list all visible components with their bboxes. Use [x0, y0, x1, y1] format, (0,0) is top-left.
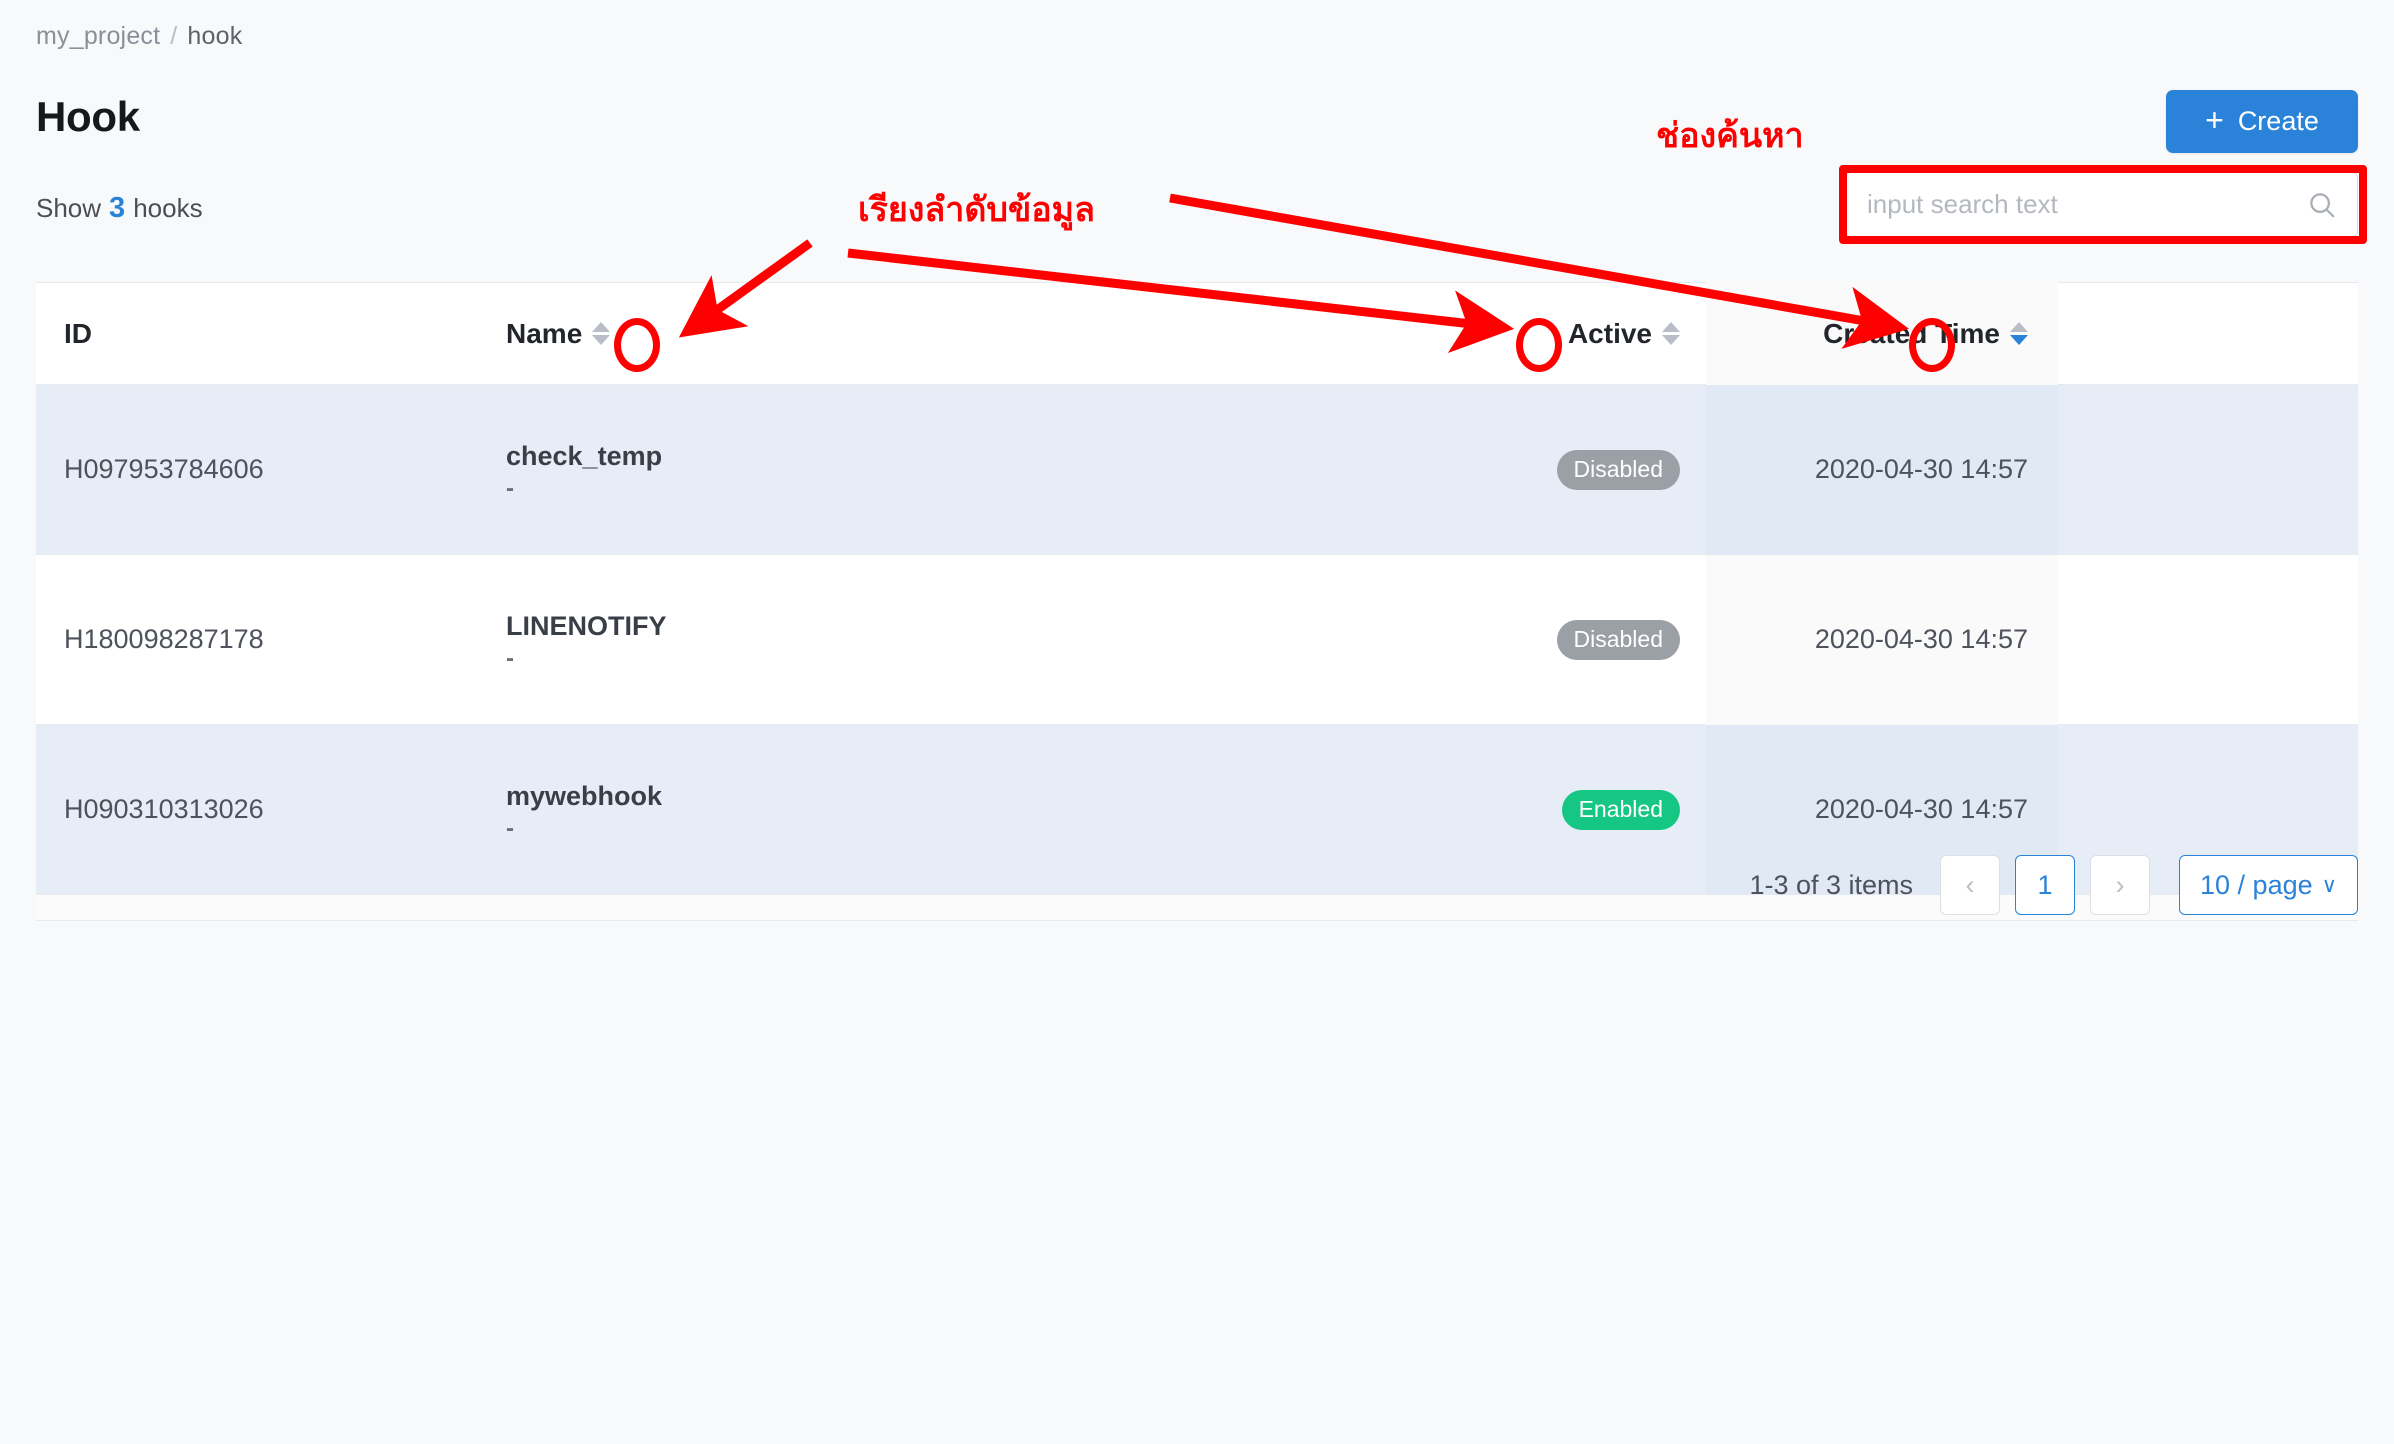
- create-button[interactable]: + Create: [2166, 90, 2358, 153]
- cell-name-main: check_temp: [506, 441, 663, 472]
- hooks-table: ID Name Active Created Time H09795378460…: [36, 282, 2358, 921]
- caret-up-icon: [2010, 322, 2028, 332]
- pagination-page-1[interactable]: 1: [2015, 855, 2076, 915]
- status-badge: Enabled: [1561, 789, 1680, 830]
- cell-active: Disabled: [1406, 385, 1706, 555]
- cell-name-sub: -: [506, 645, 514, 673]
- pagination-total: 1-3 of 3 items: [1749, 869, 1914, 900]
- caret-down-icon: [2010, 335, 2028, 345]
- caret-up-icon: [592, 322, 611, 332]
- caret-down-icon: [592, 335, 611, 345]
- caret-down-icon: [1662, 335, 1680, 345]
- pagination-prev-button[interactable]: ‹: [1940, 855, 2001, 915]
- sort-toggle-active-icon[interactable]: [1662, 322, 1680, 345]
- column-header-actions: [2058, 282, 2358, 385]
- cell-id: H180098287178: [64, 624, 264, 654]
- column-header-created-time-label: Created Time: [1823, 317, 2000, 349]
- column-header-name-label: Name: [506, 317, 583, 349]
- cell-name-sub: -: [506, 475, 514, 503]
- page-size-label: 10 / page: [2200, 869, 2313, 900]
- page-title: Hook: [36, 93, 140, 140]
- pagination: 1-3 of 3 items ‹ 1 › 10 / page ∨: [1749, 855, 2358, 915]
- cell-name-sub: -: [506, 815, 514, 843]
- table-header-row: ID Name Active Created Time: [36, 282, 2358, 385]
- table-row[interactable]: H180098287178 LINENOTIFY - Disabled 2020…: [36, 554, 2358, 725]
- status-badge: Disabled: [1556, 619, 1680, 660]
- column-header-active[interactable]: Active: [1406, 282, 1706, 385]
- cell-name: check_temp -: [506, 385, 1406, 555]
- search-box[interactable]: [1846, 172, 2358, 237]
- cell-actions: [2058, 555, 2358, 725]
- cell-name-main: LINENOTIFY: [506, 611, 667, 642]
- column-header-id-label: ID: [64, 317, 92, 349]
- cell-actions: [2058, 385, 2358, 555]
- annotation-search-label: ช่องค้นหา: [1656, 116, 1804, 156]
- show-count: 3: [109, 192, 126, 224]
- create-button-label: Create: [2237, 106, 2319, 136]
- breadcrumb-project[interactable]: my_project: [36, 22, 160, 50]
- show-suffix: hooks: [133, 193, 203, 223]
- sort-toggle-created-time-icon[interactable]: [2010, 322, 2028, 345]
- page-size-select[interactable]: 10 / page ∨: [2179, 855, 2358, 915]
- column-header-created-time[interactable]: Created Time: [1706, 282, 2058, 385]
- chevron-down-icon: ∨: [2321, 873, 2337, 897]
- cell-active: Disabled: [1406, 555, 1706, 725]
- breadcrumb: my_project / hook: [36, 22, 242, 51]
- column-header-name[interactable]: Name: [506, 282, 1406, 385]
- search-icon[interactable]: [2307, 190, 2337, 220]
- column-header-id: ID: [36, 282, 506, 385]
- record-count-line: Show 3 hooks: [36, 192, 203, 225]
- cell-created-time: 2020-04-30 14:57: [1706, 554, 2058, 725]
- show-prefix: Show: [36, 193, 102, 223]
- breadcrumb-current[interactable]: hook: [187, 22, 242, 50]
- column-header-active-label: Active: [1567, 317, 1652, 349]
- table-row[interactable]: H097953784606 check_temp - Disabled 2020…: [36, 384, 2358, 555]
- cell-name: mywebhook -: [506, 725, 1406, 895]
- cell-created-time: 2020-04-30 14:57: [1706, 384, 2058, 555]
- app-root: my_project / hook Hook Show 3 hooks + Create…: [0, 0, 2394, 1444]
- cell-name-main: mywebhook: [506, 781, 663, 812]
- caret-up-icon: [1662, 322, 1680, 332]
- breadcrumb-separator: /: [170, 22, 178, 50]
- pagination-next-button[interactable]: ›: [2090, 855, 2151, 915]
- cell-active: Enabled: [1406, 725, 1706, 895]
- sort-toggle-name-icon[interactable]: [592, 322, 611, 345]
- status-badge: Disabled: [1556, 449, 1680, 490]
- plus-icon: +: [2205, 102, 2224, 138]
- cell-name: LINENOTIFY -: [506, 555, 1406, 725]
- cell-id: H097953784606: [64, 454, 264, 484]
- search-input[interactable]: [1867, 189, 2307, 220]
- cell-id: H090310313026: [64, 794, 264, 824]
- annotation-sort-label: เรียงลำดับข้อมูล: [858, 190, 1095, 230]
